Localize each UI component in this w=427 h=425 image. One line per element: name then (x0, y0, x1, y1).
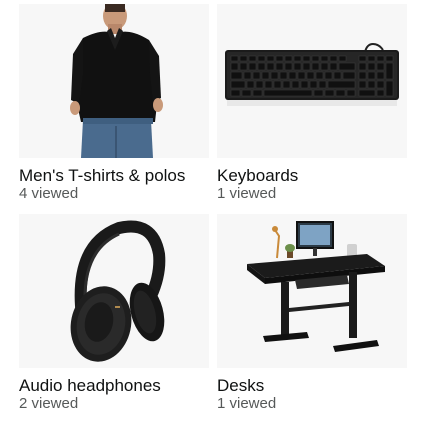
category-label[interactable]: Desks (217, 377, 407, 395)
category-card-audio-headphones[interactable]: Audio headphones 2 viewed (19, 214, 209, 413)
viewed-count: 1 viewed (217, 395, 277, 412)
category-image[interactable] (19, 214, 209, 368)
category-card-keyboards[interactable]: Keyboards 1 viewed (217, 4, 407, 203)
category-label[interactable]: Men's T-shirts & polos (19, 167, 209, 185)
headphones-image (70, 220, 166, 362)
polo-shirt-image (70, 4, 163, 158)
category-label[interactable]: Keyboards (217, 167, 407, 185)
viewed-count: 1 viewed (217, 185, 277, 202)
category-image[interactable] (217, 4, 407, 158)
category-image[interactable] (19, 4, 209, 158)
standing-desk-image (247, 221, 385, 352)
keyboard-image (225, 42, 399, 106)
category-card-mens-tshirts-polos[interactable]: Men's T-shirts & polos 4 viewed (19, 4, 209, 203)
category-label[interactable]: Audio headphones (19, 377, 209, 395)
category-image[interactable] (217, 214, 407, 368)
viewed-count: 4 viewed (19, 185, 79, 202)
browsing-history-grid: Men's T-shirts & polos 4 viewed Keyboard… (19, 4, 409, 419)
category-card-desks[interactable]: Desks 1 viewed (217, 214, 407, 413)
viewed-count: 2 viewed (19, 395, 79, 412)
